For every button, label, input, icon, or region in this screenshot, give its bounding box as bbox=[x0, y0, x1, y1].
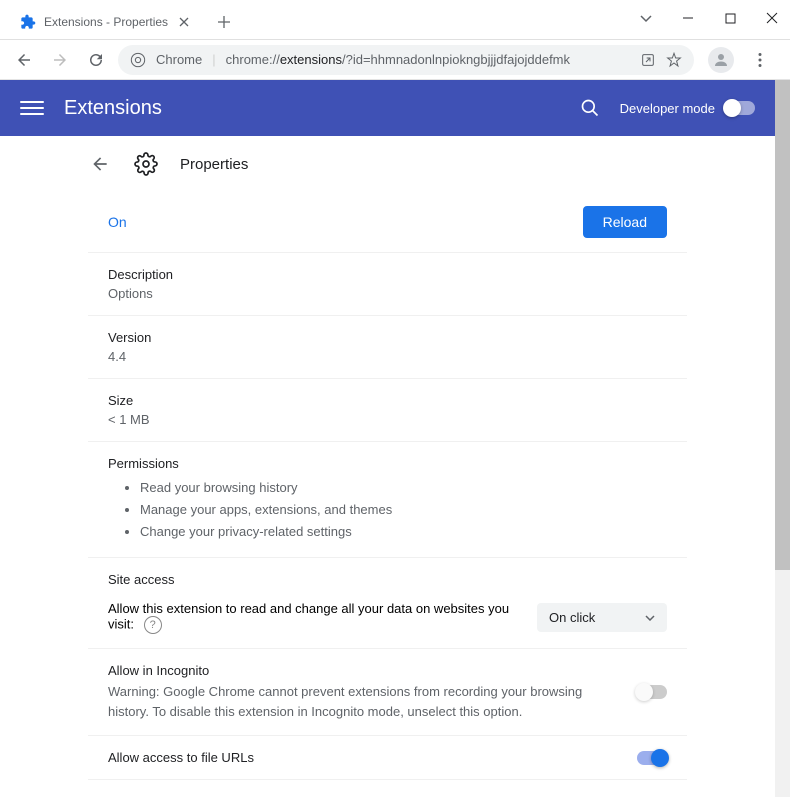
omnibox-url: chrome://extensions/?id=hhmnadonlnpiokng… bbox=[226, 52, 630, 67]
toolbar-right bbox=[702, 46, 780, 74]
incognito-row: Allow in Incognito Warning: Google Chrom… bbox=[88, 649, 687, 736]
incognito-label: Allow in Incognito bbox=[108, 663, 617, 678]
new-tab-button[interactable] bbox=[210, 8, 238, 36]
window-controls bbox=[636, 8, 782, 28]
back-button[interactable] bbox=[10, 46, 38, 74]
details-card: On Reload Description Options Version 4.… bbox=[88, 192, 687, 797]
details-header: Properties bbox=[88, 136, 687, 192]
size-row: Size < 1 MB bbox=[88, 379, 687, 442]
close-window-button[interactable] bbox=[762, 8, 782, 28]
source-row: Source Unpacked extension Loaded from: ~… bbox=[88, 780, 687, 797]
permissions-list: Read your browsing history Manage your a… bbox=[108, 477, 667, 543]
file-urls-row: Allow access to file URLs bbox=[88, 736, 687, 780]
reload-button[interactable] bbox=[82, 46, 110, 74]
size-value: < 1 MB bbox=[108, 412, 667, 427]
page-title: Properties bbox=[180, 156, 248, 173]
incognito-warning: Warning: Google Chrome cannot prevent ex… bbox=[108, 682, 617, 721]
close-icon[interactable] bbox=[176, 14, 192, 30]
gear-icon bbox=[132, 150, 160, 178]
help-icon[interactable]: ? bbox=[144, 616, 162, 634]
site-access-label: Site access bbox=[108, 572, 667, 587]
content-area: PCrisk.com Extensions Developer mode Pro… bbox=[0, 80, 775, 797]
back-arrow-icon[interactable] bbox=[88, 152, 112, 176]
permission-item: Read your browsing history bbox=[140, 477, 667, 499]
site-access-section: Site access Allow this extension to read… bbox=[88, 558, 687, 649]
share-icon[interactable] bbox=[640, 52, 656, 68]
permission-item: Change your privacy-related settings bbox=[140, 521, 667, 543]
toggle-switch[interactable] bbox=[725, 101, 755, 115]
maximize-button[interactable] bbox=[720, 8, 740, 28]
browser-tab[interactable]: Extensions - Properties bbox=[8, 5, 204, 39]
scrollbar[interactable] bbox=[775, 80, 790, 797]
extension-details: Properties On Reload Description Options… bbox=[0, 136, 775, 797]
browser-toolbar: Chrome | chrome://extensions/?id=hhmnado… bbox=[0, 40, 790, 80]
file-urls-toggle[interactable] bbox=[637, 751, 667, 765]
address-bar[interactable]: Chrome | chrome://extensions/?id=hhmnado… bbox=[118, 45, 694, 75]
profile-avatar[interactable] bbox=[708, 47, 734, 73]
menu-icon[interactable] bbox=[20, 96, 44, 120]
bookmark-icon[interactable] bbox=[666, 52, 682, 68]
incognito-toggle[interactable] bbox=[637, 685, 667, 699]
scrollbar-thumb[interactable] bbox=[775, 80, 790, 570]
version-row: Version 4.4 bbox=[88, 316, 687, 379]
description-row: Description Options bbox=[88, 253, 687, 316]
permissions-label: Permissions bbox=[108, 456, 667, 471]
chevron-down-icon bbox=[645, 615, 655, 621]
size-label: Size bbox=[108, 393, 667, 408]
extension-icon bbox=[20, 14, 36, 30]
version-value: 4.4 bbox=[108, 349, 667, 364]
site-access-value: On click bbox=[549, 610, 595, 625]
description-label: Description bbox=[108, 267, 667, 282]
chevron-down-icon[interactable] bbox=[636, 8, 656, 28]
version-label: Version bbox=[108, 330, 667, 345]
description-value: Options bbox=[108, 286, 667, 301]
forward-button[interactable] bbox=[46, 46, 74, 74]
search-icon[interactable] bbox=[580, 98, 600, 118]
permissions-row: Permissions Read your browsing history M… bbox=[88, 442, 687, 558]
omnibox-scheme-label: Chrome bbox=[156, 52, 202, 67]
menu-button[interactable] bbox=[746, 46, 774, 74]
minimize-button[interactable] bbox=[678, 8, 698, 28]
viewport: PCrisk.com Extensions Developer mode Pro… bbox=[0, 80, 790, 797]
file-urls-label: Allow access to file URLs bbox=[108, 750, 254, 765]
extensions-title: Extensions bbox=[64, 97, 580, 120]
chrome-icon bbox=[130, 52, 146, 68]
developer-mode-label: Developer mode bbox=[620, 101, 715, 116]
browser-titlebar: Extensions - Properties bbox=[0, 0, 790, 40]
site-access-select[interactable]: On click bbox=[537, 603, 667, 632]
site-access-text: Allow this extension to read and change … bbox=[108, 601, 517, 634]
status-text: On bbox=[108, 214, 127, 230]
extensions-header: Extensions Developer mode bbox=[0, 80, 775, 136]
permission-item: Manage your apps, extensions, and themes bbox=[140, 499, 667, 521]
status-row: On Reload bbox=[88, 192, 687, 253]
reload-extension-button[interactable]: Reload bbox=[583, 206, 667, 238]
tab-title: Extensions - Properties bbox=[44, 15, 168, 29]
omnibox-separator: | bbox=[212, 52, 215, 67]
developer-mode-toggle[interactable]: Developer mode bbox=[620, 101, 755, 116]
